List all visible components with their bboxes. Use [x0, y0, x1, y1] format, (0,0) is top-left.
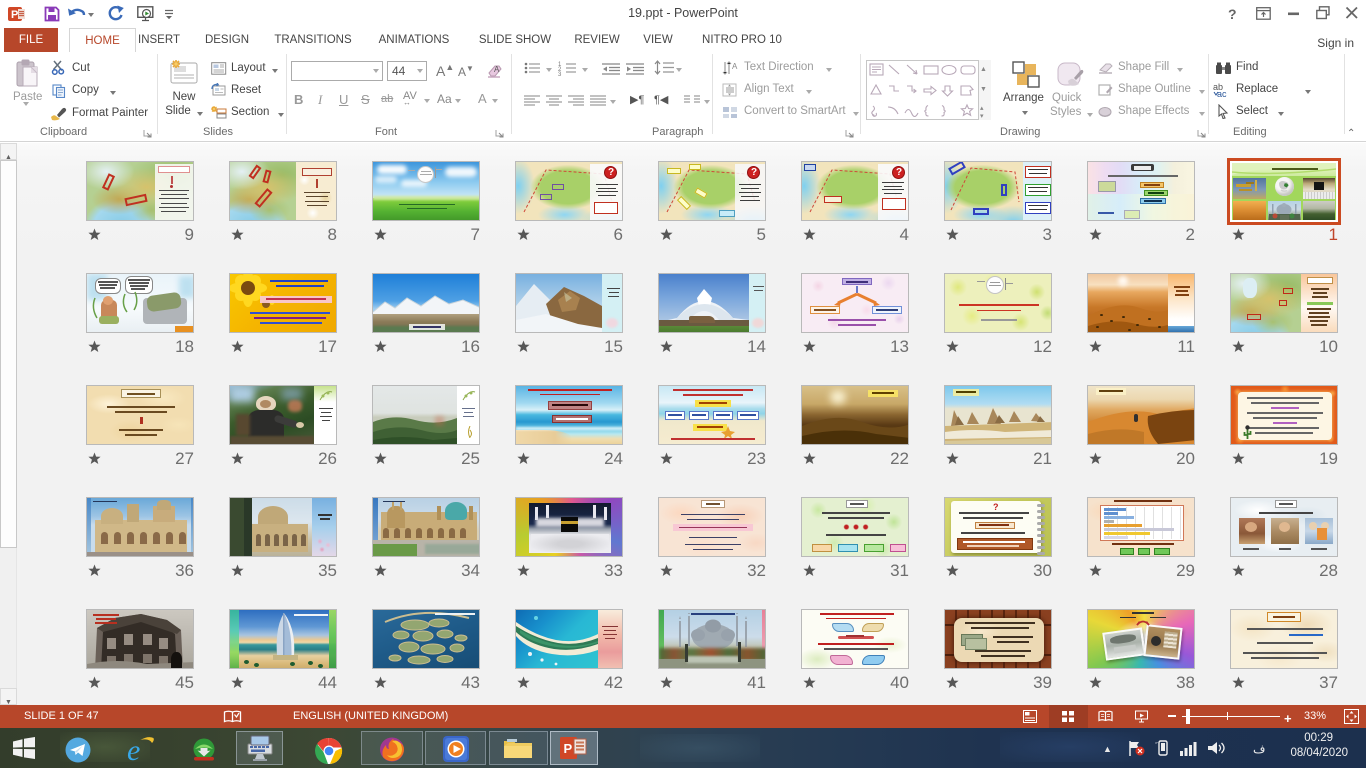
svg-text:A: A — [732, 62, 738, 71]
svg-text:3: 3 — [558, 72, 562, 76]
svg-text:?: ? — [1228, 6, 1237, 21]
svg-text:ac: ac — [1217, 89, 1227, 98]
svg-text:e: e — [127, 734, 140, 765]
svg-text:A: A — [494, 65, 500, 74]
svg-text:˝: ˝ — [1155, 742, 1158, 750]
svg-text:P: P — [564, 741, 573, 756]
